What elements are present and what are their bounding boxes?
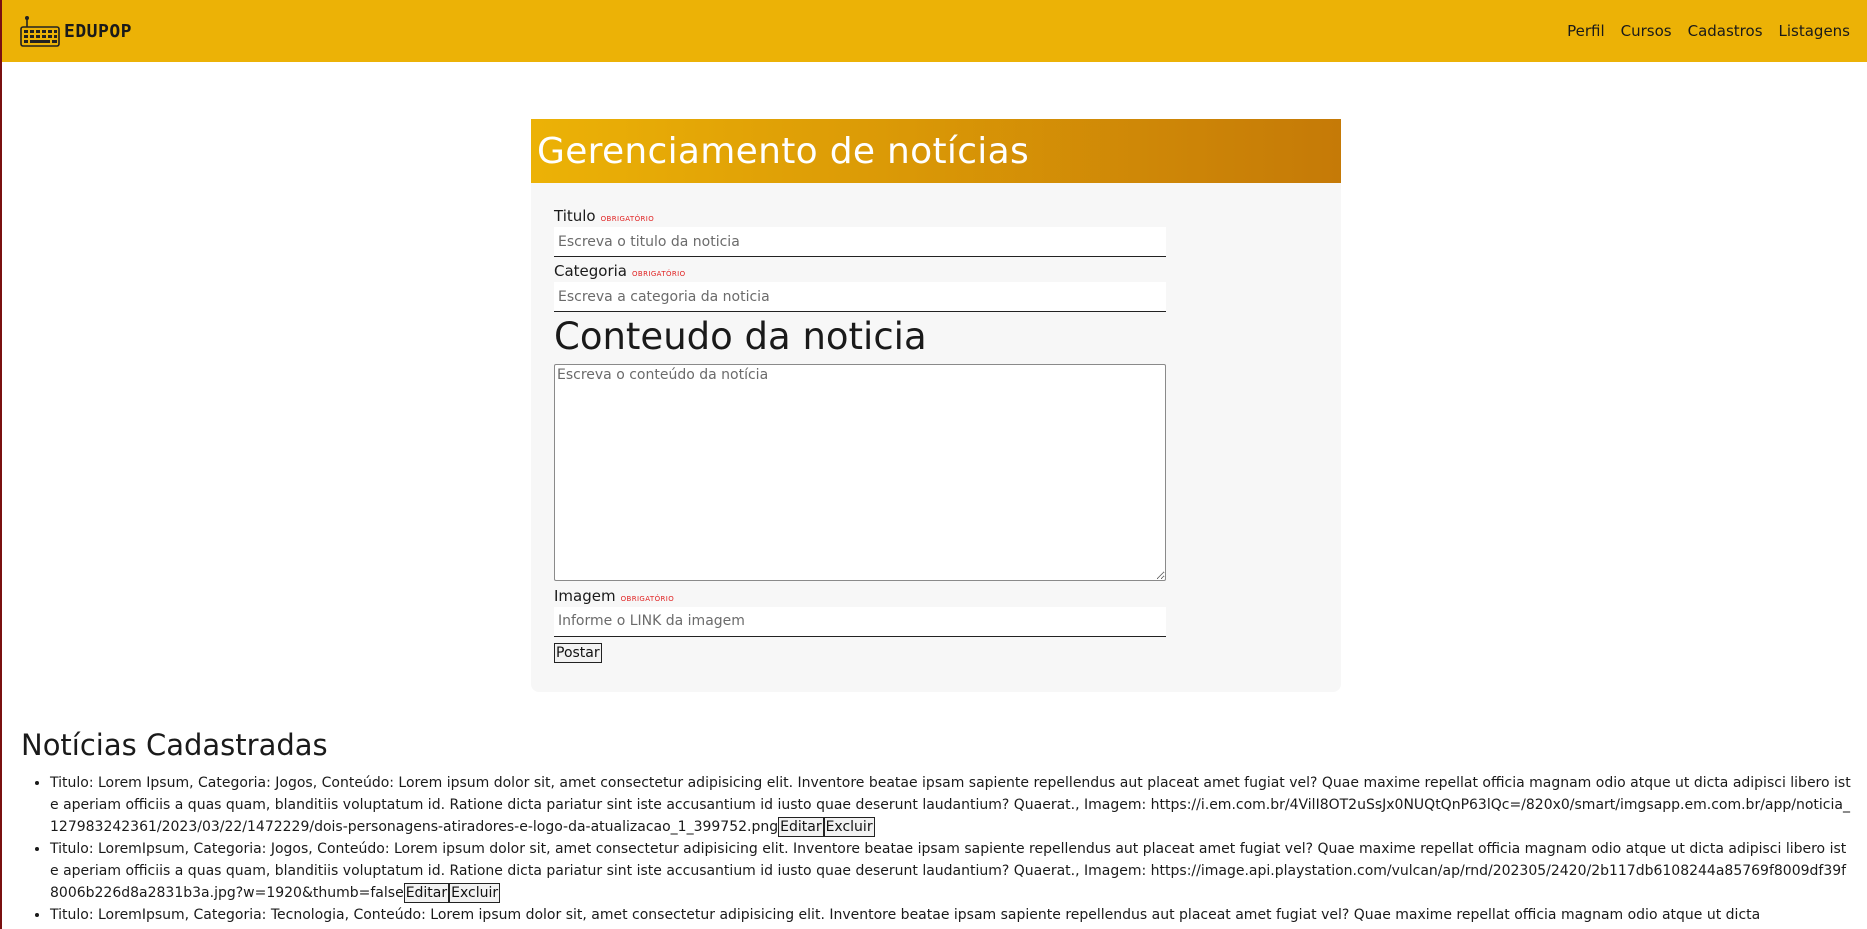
nav-link-listagens[interactable]: Listagens: [1779, 22, 1850, 40]
edit-button[interactable]: Editar: [403, 883, 450, 903]
nav-links: Perfil Cursos Cadastros Listagens: [1567, 22, 1850, 40]
news-management-panel: Gerenciamento de notícias Titulo OBRIGAT…: [531, 119, 1341, 692]
news-list-title: Notícias Cadastradas: [21, 728, 328, 762]
list-item: Titulo: LoremIpsum, Categoria: Jogos, Co…: [50, 838, 1851, 904]
panel-header: Gerenciamento de notícias: [531, 119, 1341, 183]
nav-link-cursos[interactable]: Cursos: [1621, 22, 1672, 40]
postar-button[interactable]: Postar: [554, 642, 602, 663]
categoria-label-text: Categoria: [554, 262, 628, 280]
categoria-input[interactable]: [554, 282, 1166, 312]
imagem-label-text: Imagem: [554, 586, 616, 605]
page-title: Gerenciamento de notícias: [537, 130, 1030, 172]
imagem-input[interactable]: [554, 606, 1166, 637]
brand[interactable]: EDUPOP: [19, 14, 132, 48]
navbar: EDUPOP Perfil Cursos Cadastros Listagens: [2, 0, 1867, 62]
news-list-section: Notícias Cadastradas Titulo: Lorem Ipsum…: [21, 728, 1851, 926]
titulo-label-text: Titulo: [554, 207, 596, 225]
news-item-text: Titulo: LoremIpsum, Categoria: Tecnologi…: [50, 907, 1761, 923]
conteudo-textarea[interactable]: [554, 363, 1166, 581]
edit-button[interactable]: Editar: [778, 817, 824, 837]
brand-name: EDUPOP: [64, 20, 133, 42]
delete-button[interactable]: Excluir: [823, 817, 875, 837]
required-badge: OBRIGATÓRIO: [600, 215, 655, 223]
titulo-input[interactable]: [554, 227, 1166, 257]
news-item-text: Titulo: LoremIpsum, Categoria: Jogos, Co…: [50, 841, 1847, 901]
delete-button[interactable]: Excluir: [449, 883, 501, 903]
nav-link-cadastros[interactable]: Cadastros: [1688, 22, 1763, 40]
categoria-label: Categoria OBRIGATÓRIO: [554, 262, 1166, 280]
news-item-text: Titulo: Lorem Ipsum, Categoria: Jogos, C…: [50, 775, 1851, 835]
titulo-label: Titulo OBRIGATÓRIO: [554, 207, 1166, 225]
imagem-label: Imagem OBRIGATÓRIO: [554, 587, 1166, 605]
list-item: Titulo: LoremIpsum, Categoria: Tecnologi…: [50, 904, 1851, 926]
news-list: Titulo: Lorem Ipsum, Categoria: Jogos, C…: [21, 772, 1851, 926]
nav-link-perfil[interactable]: Perfil: [1567, 22, 1605, 40]
list-item: Titulo: Lorem Ipsum, Categoria: Jogos, C…: [50, 772, 1851, 838]
keyboard-logo-icon: [20, 16, 60, 47]
conteudo-heading: Conteudo da noticia: [554, 315, 927, 358]
required-badge: OBRIGATÓRIO: [620, 594, 675, 603]
news-form: Titulo OBRIGATÓRIO Categoria OBRIGATÓRIO…: [554, 207, 1166, 663]
required-badge: OBRIGATÓRIO: [632, 270, 686, 278]
